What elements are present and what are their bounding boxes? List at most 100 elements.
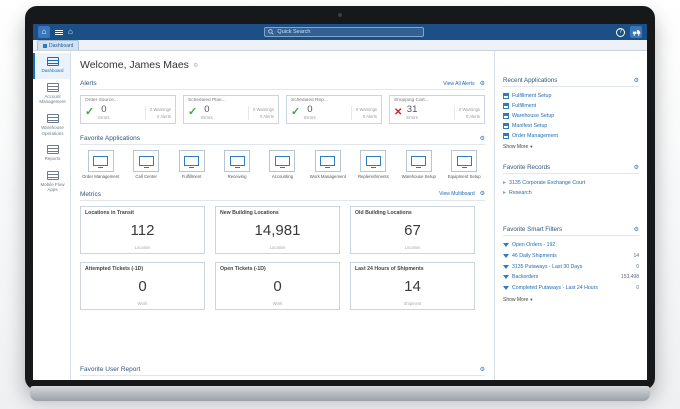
app-tile-equipment-setup[interactable]: Equipment Setup (444, 150, 485, 179)
alert-card-scheduled-rep[interactable]: Scheduled Rep... ✓ 0 Errors 0 Warnings 0… (286, 95, 382, 125)
metric-card-old-building-locations[interactable]: Old Building Locations 67 Location (350, 205, 475, 254)
app-tile-fulfillment[interactable]: Fulfillment (171, 150, 212, 179)
metric-card-new-building-locations[interactable]: New Building Locations 14,981 Location (215, 205, 340, 254)
smart-filter-completed-putaways[interactable]: Completed Putaways - Last 24 Hours 0 (503, 283, 639, 294)
alert-card-title: Scheduled Plan... (188, 98, 226, 103)
app-tile-call-center[interactable]: Call Center (125, 150, 166, 179)
favorite-records-settings-icon[interactable]: ⚙ (634, 165, 639, 171)
app-logo[interactable]: ⌂ (38, 26, 50, 38)
smart-filter-backorders[interactable]: Backorders 153,498 (503, 272, 639, 283)
view-multiboard-link[interactable]: View Multiboard (439, 191, 474, 197)
view-all-alerts-link[interactable]: View All Alerts (443, 81, 474, 87)
alert-warnings: 0 Warnings (355, 106, 377, 112)
alert-alerts: 0 Alerts (157, 113, 171, 119)
order-management-icon (93, 156, 109, 169)
recent-app-order-management[interactable]: Order Management (503, 131, 639, 141)
favorite-smart-filters-title: Favorite Smart Filters (503, 226, 563, 233)
recent-app-fulfillment[interactable]: Fulfillment (503, 101, 639, 111)
app-tile-label: Replenishments (357, 174, 389, 180)
tab-label: Dashboard (49, 42, 74, 49)
metric-card-last-24-hours-shipments[interactable]: Last 24 Hours of Shipments 14 Shipment (350, 261, 475, 310)
sidebar-item-label: Reports (44, 156, 61, 162)
filter-funnel-icon (503, 286, 509, 290)
smart-filter-open-orders[interactable]: Open Orders - 192 (503, 240, 639, 251)
work-management-icon (320, 156, 336, 169)
recent-app-warehouse-setup[interactable]: Warehouse Setup (503, 111, 639, 121)
sidebar-item-mobile-flow-apps[interactable]: Mobile Flow Apps (33, 167, 70, 198)
forklift-app-button[interactable] (630, 26, 642, 38)
favorite-user-report-settings-icon[interactable]: ⚙ (480, 367, 485, 373)
alerts-section: Alerts View All Alerts ⚙ Order Source...… (80, 80, 485, 135)
welcome-settings-icon[interactable]: ⚙ (193, 62, 198, 69)
alerts-settings-icon[interactable]: ⚙ (480, 81, 485, 87)
app-window-icon (503, 103, 509, 109)
forklift-icon (632, 30, 640, 36)
smart-filter-count: 0 (636, 285, 639, 291)
alert-error-label: Errors (201, 115, 213, 121)
smart-filter-count: 153,498 (620, 274, 639, 281)
tab-dashboard[interactable]: Dashboard (37, 40, 80, 50)
metric-unit: Work (137, 300, 148, 306)
alert-card-title: Shopping Cart... (394, 98, 429, 103)
recent-app-link: Order Management (512, 133, 558, 139)
app-tile-warehouse-setup[interactable]: Warehouse Setup (398, 150, 439, 179)
top-nav-bar: ⌂ ⌂ ? (33, 24, 647, 40)
recent-app-fulfillment-setup[interactable]: Fulfillment Setup (503, 91, 639, 101)
welcome-heading: Welcome, James Maes (80, 59, 189, 71)
recent-app-manifest-setup[interactable]: Manifest Setup (503, 121, 639, 131)
sidebar-item-label: Warehouse Operations (41, 124, 64, 136)
alert-card-scheduled-plan[interactable]: Scheduled Plan... ✓ 0 Errors 0 Warnings … (183, 95, 279, 125)
alert-error-count: 31 (406, 104, 418, 115)
recent-app-link: Fulfillment Setup (512, 93, 552, 99)
favorite-smart-filters-settings-icon[interactable]: ⚙ (634, 227, 639, 233)
app-tile-label: Receiving (227, 174, 247, 180)
smart-filter-putaways-30-days[interactable]: 3135 Putaways - Last 30 Days 0 (503, 262, 639, 273)
sidebar-item-warehouse-operations[interactable]: Warehouse Operations (33, 110, 70, 141)
metric-value: 67 (404, 221, 421, 239)
smart-filters-show-more[interactable]: Show More ▾ (503, 294, 639, 303)
app-tile-label: Work Management (309, 174, 347, 180)
left-sidebar: Dashboard Account Management Warehouse O… (33, 51, 71, 380)
sidebar-item-account-management[interactable]: Account Management (33, 79, 70, 110)
favorite-records-section: Favorite Records ⚙ ▸ 3135 Corporate Exch… (503, 164, 639, 198)
metrics-settings-icon[interactable]: ⚙ (480, 191, 485, 197)
home-logo-icon: ⌂ (41, 27, 47, 36)
app-tile-label: Fulfillment (181, 174, 202, 180)
app-tile-order-management[interactable]: Order Management (80, 150, 121, 179)
app-tile-receiving[interactable]: Receiving (216, 150, 257, 179)
equipment-setup-icon (456, 156, 472, 169)
home-icon[interactable]: ⌂ (68, 28, 73, 36)
alert-error-count: 0 (307, 104, 313, 115)
sidebar-item-dashboard[interactable]: Dashboard (33, 53, 70, 79)
menu-icon[interactable] (55, 29, 63, 35)
app-window-icon (503, 133, 509, 139)
search-input[interactable] (277, 29, 421, 35)
success-check-icon: ✓ (188, 106, 198, 119)
error-x-icon: ✕ (394, 106, 403, 118)
record-arrow-icon: ▸ (503, 190, 507, 196)
sidebar-item-reports[interactable]: Reports (33, 141, 70, 167)
smart-filter-daily-shipments[interactable]: 46 Daily Shipments 14 (503, 251, 639, 262)
alert-card-shopping-cart[interactable]: Shopping Cart... ✕ 31 Errors 0 Warnings … (389, 95, 485, 125)
favorite-record-research[interactable]: ▸ Research (503, 188, 639, 198)
alert-error-count: 0 (204, 104, 210, 115)
metric-unit: Location (269, 244, 286, 250)
metric-unit: Shipment (403, 300, 422, 306)
favorite-record-corporate-exchange[interactable]: ▸ 3135 Corporate Exchange Court (503, 178, 639, 188)
smart-filter-count: 0 (636, 263, 639, 270)
favorite-applications-settings-icon[interactable]: ⚙ (480, 136, 485, 142)
metric-card-open-tickets[interactable]: Open Tickets (-1D) 0 Work (215, 261, 340, 310)
quick-search-box[interactable] (264, 27, 425, 37)
app-tile-work-management[interactable]: Work Management (307, 150, 348, 179)
metric-unit: Location (134, 244, 151, 250)
recent-applications-settings-icon[interactable]: ⚙ (634, 78, 639, 84)
success-check-icon: ✓ (291, 106, 301, 119)
alert-card-order-source[interactable]: Order Source... ✓ 0 Errors 0 Warnings 0 … (80, 95, 176, 125)
app-tile-replenishments[interactable]: Replenishments (353, 150, 394, 179)
recent-applications-show-more[interactable]: Show More ▾ (503, 141, 639, 150)
favorite-records-title: Favorite Records (503, 164, 551, 171)
metric-card-attempted-tickets[interactable]: Attempted Tickets (-1D) 0 Work (80, 261, 205, 310)
app-tile-accounting[interactable]: Accounting (262, 150, 303, 179)
help-icon[interactable]: ? (616, 27, 625, 37)
metric-card-locations-in-transit[interactable]: Locations in Transit 112 Location (80, 205, 205, 254)
